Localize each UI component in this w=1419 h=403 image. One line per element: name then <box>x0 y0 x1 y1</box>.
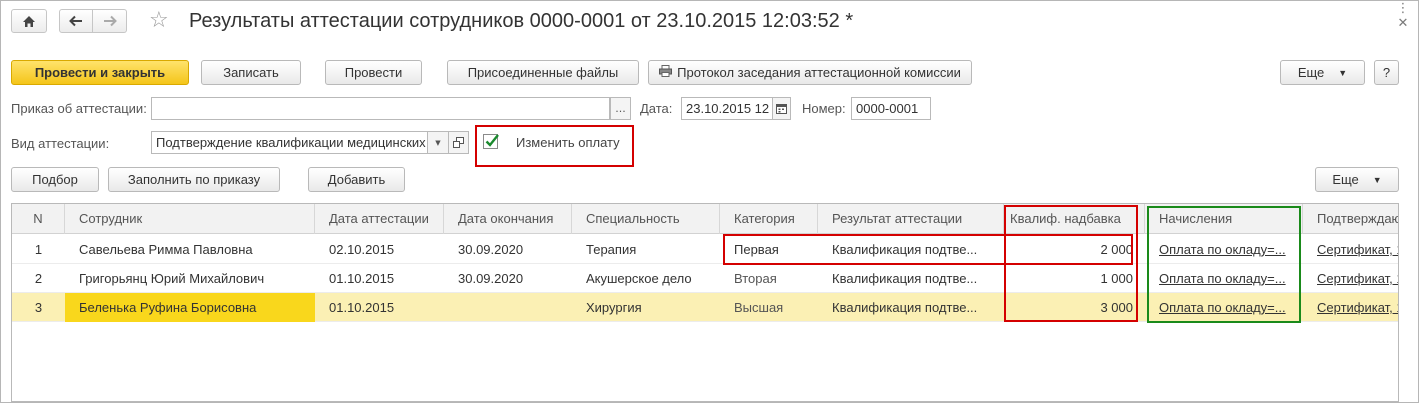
home-icon <box>23 15 35 27</box>
arrow-left-icon <box>69 15 82 27</box>
cell-n: 3 <box>34 300 43 315</box>
cell-confirmation-link[interactable]: Сертификат, 1 <box>1303 293 1398 322</box>
favorite-star-icon[interactable]: ☆ <box>149 8 175 34</box>
cell-employee-current[interactable]: Беленька Руфина Борисовна <box>65 293 315 322</box>
help-button[interactable]: ? <box>1374 60 1399 85</box>
title-bar: ☆ Результаты аттестации сотрудников 0000… <box>1 1 1418 41</box>
number-input[interactable]: 0000-0001 <box>851 97 931 120</box>
cell-end-date[interactable] <box>444 293 572 322</box>
document-window: ☆ Результаты аттестации сотрудников 0000… <box>0 0 1419 403</box>
cell-result[interactable]: Квалификация подтве... <box>818 264 1004 293</box>
home-button[interactable] <box>11 9 47 33</box>
cell-n: 1 <box>34 242 43 257</box>
pick-button[interactable]: Подбор <box>11 167 99 192</box>
chevron-down-icon: ▼ <box>1338 67 1348 78</box>
change-pay-checkbox[interactable] <box>483 134 499 149</box>
window-title: Результаты аттестации сотрудников 0000-0… <box>189 10 854 32</box>
cell-category[interactable]: Высшая <box>720 293 818 322</box>
attached-files-button[interactable]: Присоединенные файлы <box>447 60 639 85</box>
first-row-category-highlight <box>723 234 1133 265</box>
attestation-type-label: Вид аттестации: <box>11 136 110 151</box>
cell-employee[interactable]: Григорьянц Юрий Михайлович <box>65 264 315 293</box>
save-button[interactable]: Записать <box>201 60 301 85</box>
forward-button[interactable] <box>93 9 127 33</box>
number-label: Номер: <box>802 101 846 116</box>
column-header-result[interactable]: Результат аттестации <box>818 204 1004 234</box>
date-label: Дата: <box>640 101 673 116</box>
post-and-close-button[interactable]: Провести и закрыть <box>11 60 189 85</box>
cell-attestation-date[interactable]: 01.10.2015 <box>315 264 444 293</box>
calendar-icon <box>776 104 787 114</box>
cell-category[interactable]: Вторая <box>720 264 818 293</box>
more-button-label: Еще <box>1297 65 1325 80</box>
cell-specialty[interactable]: Хирургия <box>572 293 720 322</box>
column-header-specialty[interactable]: Специальность <box>572 204 720 234</box>
arrow-right-icon <box>103 15 117 27</box>
checkmark-icon <box>485 134 499 147</box>
cell-specialty[interactable]: Терапия <box>572 235 720 264</box>
date-input[interactable]: 23.10.2015 12 <box>681 97 773 120</box>
add-button[interactable]: Добавить <box>308 167 405 192</box>
cell-attestation-date[interactable]: 02.10.2015 <box>315 235 444 264</box>
order-input[interactable] <box>151 97 610 120</box>
fill-by-order-button[interactable]: Заполнить по приказу <box>108 167 280 192</box>
cell-confirmation-link[interactable]: Сертификат, 1 <box>1303 264 1398 293</box>
open-form-button[interactable] <box>448 131 469 154</box>
table-more-label: Еще <box>1332 172 1359 187</box>
calendar-button[interactable] <box>772 97 791 120</box>
close-icon[interactable]: ✕ <box>1395 16 1411 32</box>
open-window-icon <box>453 137 464 148</box>
protocol-button[interactable]: Протокол заседания аттестационной комисс… <box>648 60 972 85</box>
accruals-highlight <box>1147 206 1301 323</box>
more-button[interactable]: Еще ▼ <box>1280 60 1365 85</box>
back-button[interactable] <box>59 9 93 33</box>
post-button[interactable]: Провести <box>325 60 422 85</box>
cell-result[interactable]: Квалификация подтве... <box>818 293 1004 322</box>
protocol-button-label: Протокол заседания аттестационной комисс… <box>677 65 961 80</box>
chevron-down-icon: ▼ <box>1372 174 1382 185</box>
printer-icon <box>659 65 673 80</box>
column-header-confirmation[interactable]: Подтверждаю <box>1303 204 1398 234</box>
order-select-button[interactable]: ... <box>610 97 631 120</box>
column-header-employee[interactable]: Сотрудник <box>65 204 315 234</box>
column-header-category[interactable]: Категория <box>720 204 818 234</box>
column-header-attestation-date[interactable]: Дата аттестации <box>315 204 444 234</box>
column-header-n[interactable]: N <box>12 204 65 234</box>
cell-end-date[interactable]: 30.09.2020 <box>444 235 572 264</box>
column-header-end-date[interactable]: Дата окончания <box>444 204 572 234</box>
cell-employee[interactable]: Савельева Римма Павловна <box>65 235 315 264</box>
cell-specialty[interactable]: Акушерское дело <box>572 264 720 293</box>
order-label: Приказ об аттестации: <box>11 101 147 116</box>
more-options-icon[interactable]: ⋮ <box>1395 1 1411 17</box>
chevron-down-icon: ▼ <box>435 138 441 147</box>
cell-end-date[interactable]: 30.09.2020 <box>444 264 572 293</box>
change-pay-label: Изменить оплату <box>516 135 620 150</box>
table-more-button[interactable]: Еще ▼ <box>1315 167 1399 192</box>
cell-confirmation-link[interactable]: Сертификат, 1 <box>1303 235 1398 264</box>
cell-attestation-date[interactable]: 01.10.2015 <box>315 293 444 322</box>
cell-n: 2 <box>34 271 43 286</box>
attestation-type-dropdown[interactable]: ▼ <box>427 131 449 154</box>
attestation-type-select[interactable]: Подтверждение квалификации медицинских <box>151 131 428 154</box>
